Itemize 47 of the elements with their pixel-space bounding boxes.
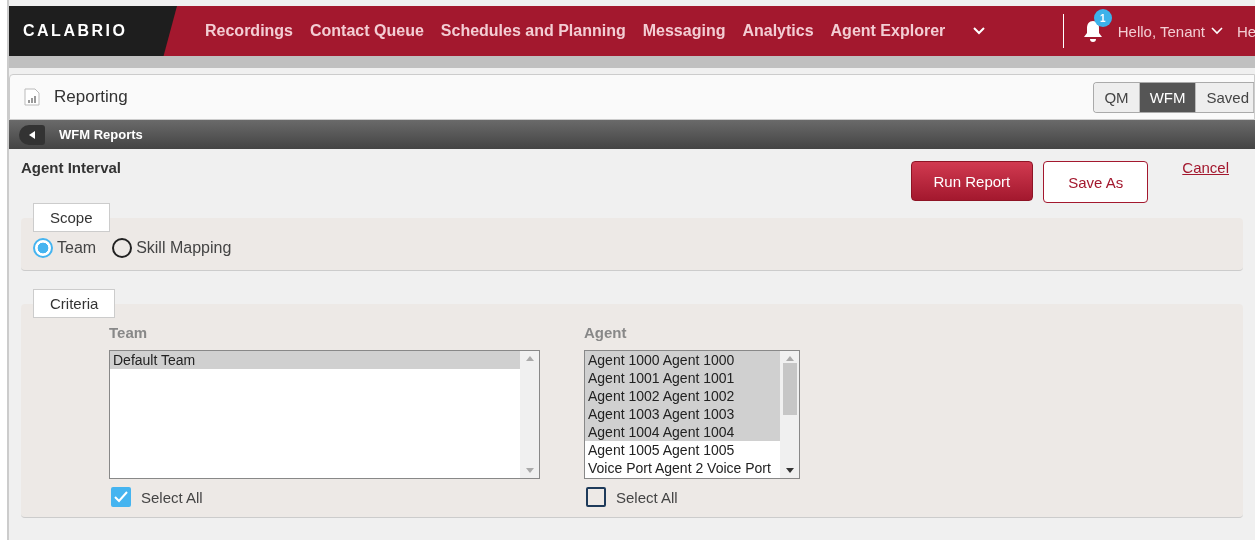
radio-button[interactable] <box>112 238 133 258</box>
list-box[interactable]: Default Team <box>109 350 540 479</box>
list-item[interactable]: Voice Port Agent 2 Voice Port <box>585 459 780 477</box>
notification-badge: 1 <box>1093 9 1112 27</box>
nav-link[interactable]: Analytics <box>742 22 814 40</box>
checkbox[interactable] <box>586 487 606 507</box>
tab[interactable]: WFM <box>1139 82 1197 112</box>
nav-link[interactable]: Schedules and Planning <box>440 22 626 40</box>
list-label: Agent <box>584 324 628 341</box>
list-item[interactable]: Agent 1002 Agent 1002 <box>585 387 780 405</box>
scroll-down-icon[interactable] <box>785 468 794 474</box>
list-item[interactable]: Agent 1004 Agent 1004 <box>585 423 780 441</box>
triangle-left-icon <box>29 130 35 139</box>
checkbox-label[interactable]: Select All <box>616 488 678 506</box>
run-report-button[interactable]: Run Report <box>910 161 1034 201</box>
report-title: Agent Interval <box>21 159 122 176</box>
section-legend: Criteria <box>33 289 116 318</box>
list-item[interactable]: Agent 1005 Agent 1005 <box>585 441 780 459</box>
chevron-down-icon[interactable] <box>972 26 987 36</box>
section-legend: Scope <box>33 203 110 232</box>
tab[interactable]: QM <box>1094 82 1140 112</box>
nav-link[interactable]: Agent Explorer <box>830 22 946 40</box>
cancel-link[interactable]: Cancel <box>1182 159 1229 176</box>
breadcrumb: WFM Reports <box>59 127 143 142</box>
list-label: Team <box>109 324 149 341</box>
chevron-down-icon[interactable] <box>1211 27 1223 35</box>
nav-link[interactable]: He <box>1237 22 1255 40</box>
checkbox-label[interactable]: Select All <box>141 488 203 506</box>
page-title: Reporting <box>54 87 128 107</box>
checkbox[interactable] <box>111 487 131 507</box>
scrollbar[interactable] <box>780 351 799 478</box>
nav-link[interactable]: Contact Queue <box>310 22 424 40</box>
list-item[interactable]: Agent 1001 Agent 1001 <box>585 369 780 387</box>
nav-link[interactable]: Recordings <box>205 22 293 40</box>
tab[interactable]: Saved <box>1196 82 1254 112</box>
radio-label[interactable]: Skill Mapping <box>136 239 232 257</box>
list-item[interactable]: Agent 1003 Agent 1003 <box>585 405 780 423</box>
list-item[interactable]: Agent 1000 Agent 1000 <box>585 351 780 369</box>
back-button[interactable] <box>19 124 45 145</box>
save-as-button[interactable]: Save As <box>1043 161 1149 203</box>
report-icon <box>24 88 40 106</box>
radio-label[interactable]: Team <box>57 239 97 257</box>
user-menu[interactable]: Hello, Tenant <box>1117 22 1223 40</box>
radio-button[interactable] <box>33 238 53 258</box>
list-box[interactable]: Agent 1000 Agent 1000 Agent 1001 Agent 1001 Agent 1002 Agent 1002 Agent 1003 Agent 1003 Agent 1004 Agent 1004 Agent 1005 Agent 1005 Voice Port Agent 2 Voice Port <box>584 350 800 479</box>
nav-link[interactable]: Messaging <box>642 22 726 40</box>
list-item[interactable]: Default Team <box>110 351 520 369</box>
